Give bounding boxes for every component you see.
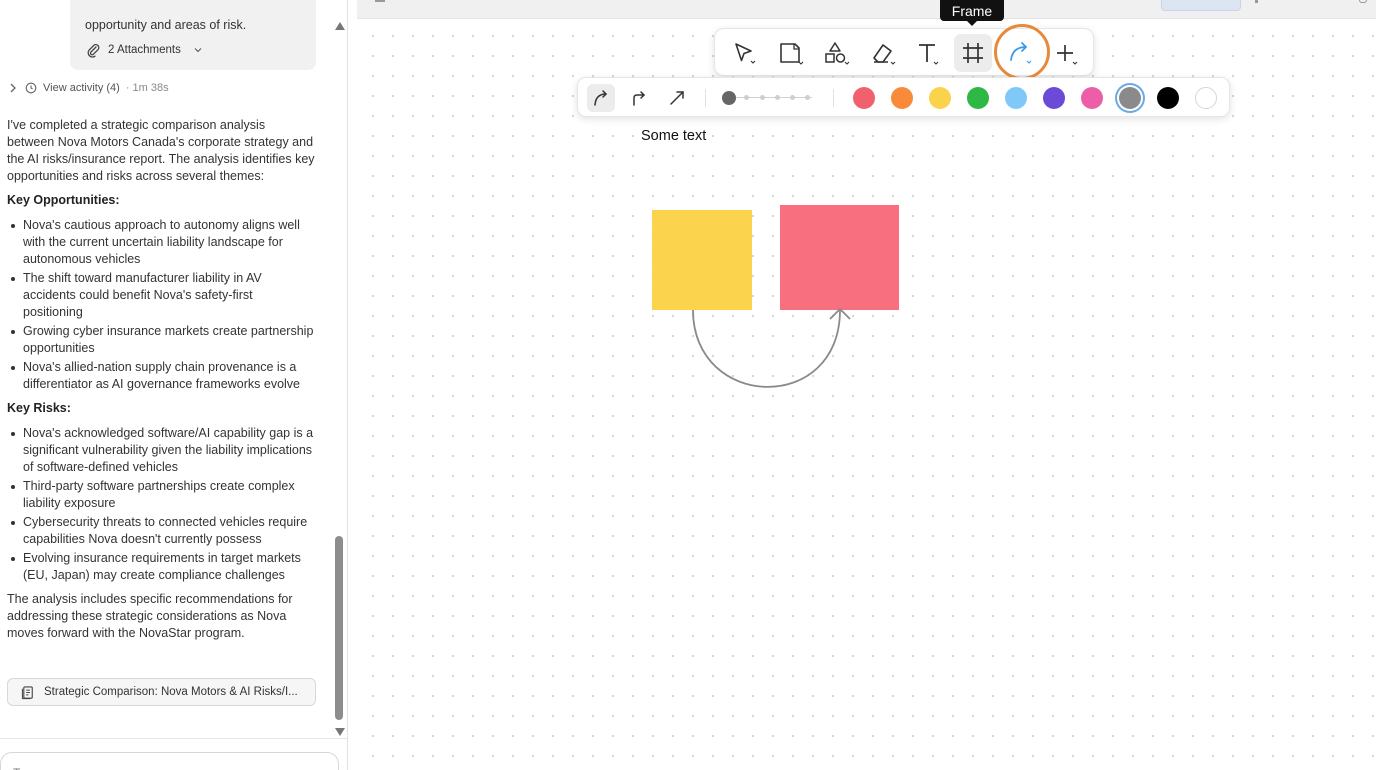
activity-duration: · 1m 38s (125, 82, 169, 94)
tool-select[interactable] (725, 34, 763, 72)
connector-style-straight[interactable] (663, 84, 691, 112)
list-item: The shift toward manufacturer liability … (7, 270, 315, 321)
eraser-icon (873, 44, 896, 65)
document-icon (21, 685, 33, 699)
connector-style-curved[interactable] (587, 84, 615, 112)
frame-icon (963, 43, 983, 63)
chevron-down-icon (194, 48, 202, 53)
clock-icon (25, 82, 37, 94)
tool-connector[interactable] (1000, 34, 1038, 72)
chat-input[interactable]: T (0, 752, 339, 770)
more-icon[interactable] (1255, 0, 1258, 3)
color-swatch-red[interactable] (853, 87, 875, 109)
paperclip-icon (87, 43, 100, 58)
attachments-toggle[interactable]: 2 Attachments (85, 42, 204, 58)
frame-tooltip: Frame (940, 0, 1004, 21)
list-item: Evolving insurance requirements in targe… (7, 550, 315, 584)
tooltip-arrow (967, 21, 977, 26)
message-intro: I've completed a strategic comparison an… (7, 118, 315, 183)
list-item: Cybersecurity threats to connected vehic… (7, 514, 315, 548)
stroke-width-slider[interactable] (722, 90, 814, 106)
text-icon (919, 44, 939, 65)
stroke-step (760, 95, 765, 100)
sticky-note-pink[interactable] (780, 205, 899, 310)
slider-track (728, 97, 812, 98)
artifact-chip[interactable]: Strategic Comparison: Nova Motors & AI R… (7, 678, 316, 706)
color-swatch-yellow[interactable] (929, 87, 951, 109)
connector-arrow[interactable] (680, 300, 860, 400)
scroll-up-arrow-icon[interactable] (335, 22, 345, 30)
tool-eraser[interactable] (862, 34, 900, 72)
stroke-step (775, 95, 780, 100)
view-activity-label: View activity (4) (43, 82, 120, 94)
shapes-icon (825, 42, 850, 65)
help-icon[interactable] (1359, 0, 1367, 3)
color-swatch-pink[interactable] (1081, 87, 1103, 109)
sticky-note-icon (780, 43, 804, 65)
previous-message-text: opportunity and areas of risk. (85, 18, 247, 32)
chevron-right-icon (10, 83, 16, 93)
scrollbar-thumb[interactable] (335, 536, 343, 720)
stroke-step (805, 95, 810, 100)
list-item: Third-party software partnerships create… (7, 478, 315, 512)
elbow-arrow-icon (633, 91, 646, 106)
tool-shapes[interactable] (816, 34, 854, 72)
view-activity-toggle[interactable]: View activity (4) · 1m 38s (7, 82, 169, 94)
straight-arrow-icon (670, 91, 684, 105)
color-swatch-orange[interactable] (891, 87, 913, 109)
curved-arrow-icon (594, 90, 608, 106)
color-swatch-gray[interactable] (1119, 87, 1141, 109)
color-swatch-black[interactable] (1157, 87, 1179, 109)
divider (833, 89, 834, 107)
connector-style-elbow[interactable] (625, 84, 653, 112)
connector-line[interactable] (692, 309, 841, 388)
color-swatch-purple[interactable] (1043, 87, 1065, 109)
previous-message-card: opportunity and areas of risk. 2 Attachm… (70, 0, 316, 70)
chat-scrollbar[interactable] (332, 20, 346, 738)
chat-input-value: T (13, 766, 20, 770)
list-item: Nova's cautious approach to autonomy ali… (7, 217, 315, 268)
color-swatch-green[interactable] (967, 87, 989, 109)
tool-add[interactable] (1046, 34, 1084, 72)
menu-icon[interactable] (375, 0, 385, 2)
chat-panel: opportunity and areas of risk. 2 Attachm… (0, 0, 348, 770)
list-item: Nova's allied-nation supply chain proven… (7, 359, 315, 393)
opportunities-list: Nova's cautious approach to autonomy ali… (7, 217, 315, 393)
tool-frame[interactable] (954, 34, 992, 72)
color-swatch-light-blue[interactable] (1005, 87, 1027, 109)
attachments-label: 2 Attachments (108, 44, 181, 56)
cursor-icon (735, 43, 756, 64)
artifact-title: Strategic Comparison: Nova Motors & AI R… (44, 686, 298, 698)
risks-heading: Key Risks: (7, 401, 71, 415)
message-closing: The analysis includes specific recommend… (7, 592, 293, 640)
color-swatch-white[interactable] (1195, 87, 1217, 109)
stroke-step (790, 95, 795, 100)
slider-knob[interactable] (722, 91, 736, 105)
list-item: Nova's acknowledged software/AI capabili… (7, 425, 315, 476)
connector-options-bar (577, 77, 1230, 117)
tool-toolbar (714, 28, 1094, 76)
scroll-down-arrow-icon[interactable] (335, 728, 345, 736)
list-item: Growing cyber insurance markets create p… (7, 323, 315, 357)
opportunities-heading: Key Opportunities: (7, 193, 120, 207)
assistant-message: I've completed a strategic comparison an… (7, 117, 315, 649)
divider (705, 89, 706, 107)
plus-icon (1057, 45, 1078, 65)
tool-text[interactable] (908, 34, 946, 72)
view-toggle-button[interactable] (1161, 0, 1241, 11)
stroke-step (744, 95, 749, 100)
tool-note[interactable] (771, 34, 809, 72)
risks-list: Nova's acknowledged software/AI capabili… (7, 425, 315, 584)
canvas-text-item[interactable]: Some text (641, 128, 706, 144)
connector-icon (1010, 42, 1032, 64)
sticky-note-yellow[interactable] (652, 210, 752, 310)
top-bar (357, 0, 1376, 19)
divider (0, 738, 347, 739)
